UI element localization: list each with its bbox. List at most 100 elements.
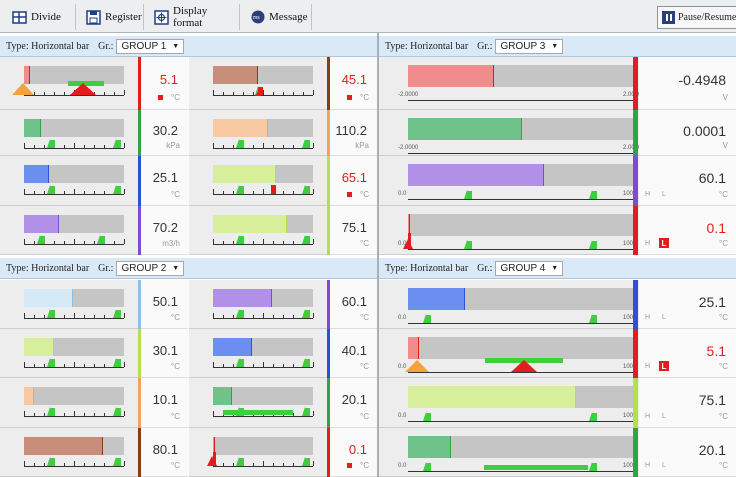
channel-tile[interactable]: 40.1 °C: [189, 329, 377, 378]
channel-tile[interactable]: 0.0 100.0 60.1 °C H L: [379, 156, 736, 206]
channel-tile[interactable]: 25.1 °C: [0, 156, 188, 206]
channel-tile[interactable]: -2.00002.0000-0.4948V: [379, 57, 736, 110]
channel-tile[interactable]: 45.1 °C: [189, 57, 377, 110]
marker-flag: [116, 310, 121, 318]
channel-tile[interactable]: 65.1 °C: [189, 156, 377, 206]
group-select-value: GROUP 1: [121, 40, 167, 52]
marker-flag: [50, 458, 55, 466]
scale-line: [213, 416, 313, 417]
register-label: Register: [105, 11, 142, 23]
channel-tile[interactable]: 0.0 100.0 20.1 °C H L: [379, 428, 736, 477]
display-format-icon: [154, 9, 170, 25]
channel-unit: °C: [171, 93, 180, 102]
channel-tile[interactable]: 0.0 100.0 5.1 °C H LL: [379, 329, 736, 378]
scale-line: [408, 421, 635, 422]
register-button[interactable]: Register: [80, 4, 144, 30]
marker-flag: [50, 359, 55, 367]
scale-line: [24, 95, 124, 96]
channel-unit: °C: [171, 461, 180, 470]
channel-unit: V: [722, 141, 728, 150]
scale-tick: [94, 413, 95, 416]
scale-tick: [273, 241, 274, 244]
bar-fill: [24, 66, 30, 84]
channel-value: 70.2: [152, 220, 178, 235]
channel-tile[interactable]: 70.2 m3/h: [0, 206, 188, 255]
scale-tick: [94, 364, 95, 367]
alarm-low-badge: L: [659, 238, 669, 248]
channel-tile[interactable]: 0.0 100.0 25.1 °C H L: [379, 280, 736, 329]
channel-tile[interactable]: 110.2 kPa: [189, 110, 377, 156]
channel-value: 20.1: [698, 442, 726, 458]
channel-tile[interactable]: 80.1 °C: [0, 428, 188, 477]
channel-value: 5.1: [159, 72, 178, 87]
scale-tick: [104, 364, 105, 367]
scale-tick: [283, 145, 284, 148]
channel-tile[interactable]: 5.1 °C: [0, 57, 188, 110]
scale-tick: [263, 189, 264, 194]
marker-flag: [116, 140, 121, 148]
group-select[interactable]: GROUP 2 ▼: [116, 260, 185, 276]
bar-track: [24, 338, 124, 356]
marker-flag: [50, 140, 55, 148]
scale-line: [24, 318, 124, 319]
channel-tile[interactable]: 75.1 °C: [189, 206, 377, 255]
marker-flag: [239, 458, 244, 466]
hi-lo-label: H L: [645, 462, 671, 469]
scale-line: [408, 323, 635, 324]
channel-tile[interactable]: 60.1 °C: [189, 280, 377, 329]
scale-line: [213, 367, 313, 368]
scale-tick: [293, 191, 294, 194]
marker-flag: [592, 315, 597, 323]
scale-tick: [233, 191, 234, 194]
bar-track: [408, 337, 635, 359]
group-select[interactable]: GROUP 3 ▼: [495, 38, 564, 54]
group-select[interactable]: GROUP 1 ▼: [116, 38, 185, 54]
scale-tick: [253, 364, 254, 367]
channel-tile[interactable]: 0.1 °C: [189, 428, 377, 477]
chevron-down-icon: ▼: [551, 42, 559, 50]
group-select[interactable]: GROUP 4 ▼: [495, 260, 564, 276]
channel-value: 0.1: [706, 220, 726, 236]
scale-tick: [24, 143, 25, 148]
marker-flag: [239, 359, 244, 367]
alarm-triangle-red: [255, 92, 261, 96]
channel-tile[interactable]: 50.1 °C: [0, 280, 188, 329]
channel-tile[interactable]: 10.1 °C: [0, 378, 188, 428]
channel-tile[interactable]: 20.1 °C: [189, 378, 377, 428]
axis-min-label: 0.0: [398, 413, 407, 419]
group-select-value: GROUP 3: [500, 40, 546, 52]
channel-tile[interactable]: 0.0 100.0 0.1 °C H LL: [379, 206, 736, 255]
scale-tick: [44, 413, 45, 416]
color-strip: [633, 428, 638, 477]
scale-tick: [114, 241, 115, 244]
value-box: 30.2 kPa: [141, 110, 188, 156]
axis-min-label: -2.0000: [398, 92, 419, 98]
scale-tick: [44, 145, 45, 148]
bar-fill: [24, 165, 49, 183]
channel-tile[interactable]: 30.2 kPa: [0, 110, 188, 156]
scale-tick: [223, 241, 224, 244]
marker-flag: [116, 458, 121, 466]
display-format-button[interactable]: Display format: [148, 4, 240, 30]
channel-tile[interactable]: 0.0 100.0 75.1 °C H L: [379, 378, 736, 428]
scale-tick: [84, 241, 85, 244]
bar-track: [24, 215, 124, 233]
scale-line: [24, 466, 124, 467]
scale-tick: [34, 145, 35, 148]
bar-fill: [213, 165, 276, 183]
scale-tick: [24, 313, 25, 318]
pause-resume-button[interactable]: Pause/Resume: [657, 6, 736, 29]
channel-value: 45.1: [341, 72, 367, 87]
scale-tick: [313, 189, 314, 194]
channel-unit: °C: [719, 239, 728, 248]
scale-tick: [124, 362, 125, 367]
scale-line: [213, 244, 313, 245]
channel-tile[interactable]: -2.00002.00000.0001V: [379, 110, 736, 156]
marker-flag: [116, 186, 121, 194]
value-box: 65.1 °C: [330, 156, 377, 206]
message-button[interactable]: ms Message: [244, 4, 312, 30]
divide-button[interactable]: Divide: [6, 4, 76, 30]
bar-fill: [24, 338, 54, 356]
channel-tile[interactable]: 30.1 °C: [0, 329, 188, 378]
marker-flag: [239, 186, 244, 194]
